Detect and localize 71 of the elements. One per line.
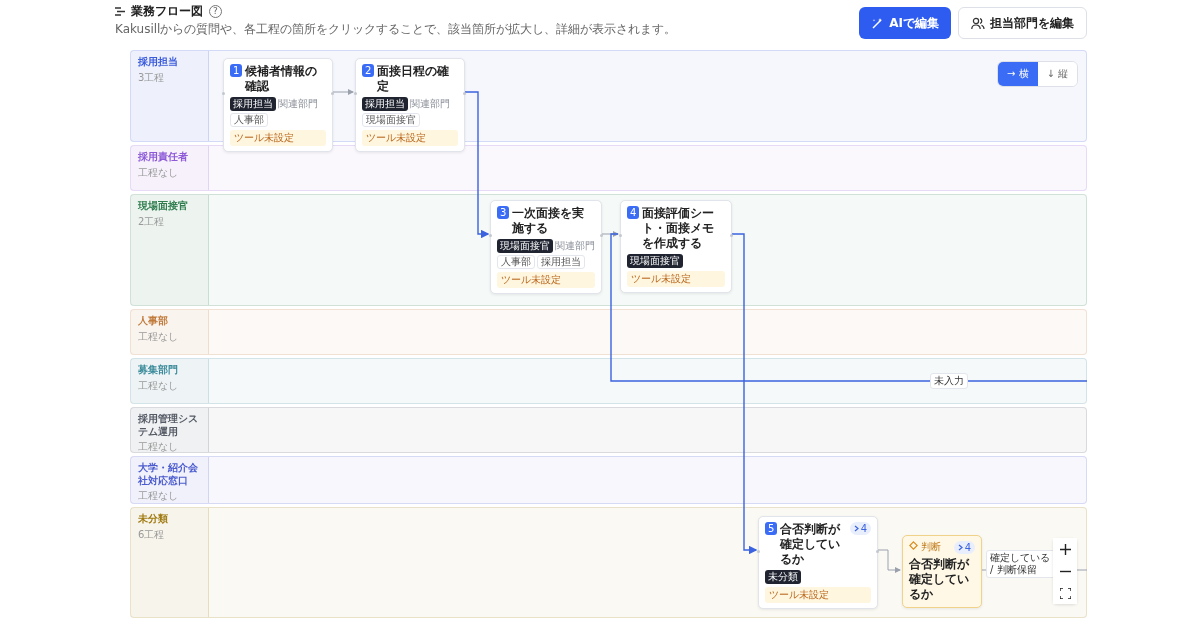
lane-step-count: 工程なし xyxy=(138,378,179,393)
step-number: 3 xyxy=(497,206,510,219)
department-tag: 採用担当 xyxy=(537,255,585,269)
related-label: 関連部門 xyxy=(278,97,318,111)
lane-name: 現場面接官 xyxy=(138,200,189,213)
zoom-in-button[interactable] xyxy=(1053,538,1077,560)
related-label: 関連部門 xyxy=(410,97,450,111)
decision-card[interactable]: 判断 4 合否判断が確定しているか xyxy=(902,535,982,608)
page-description: Kakusillからの質問や、各工程の箇所をクリックすることで、該当箇所が拡大し、詳細が表示されます。 xyxy=(115,21,677,38)
department-tag: 人事部 xyxy=(497,255,535,269)
edit-departments-button[interactable]: 担当部門を編集 xyxy=(958,7,1087,39)
tool-status: ツール未設定 xyxy=(362,130,458,146)
fullscreen-icon xyxy=(1059,587,1071,599)
lane-name: 募集部門 xyxy=(138,364,179,377)
lane-step-count: 工程なし xyxy=(138,165,179,180)
lane-step-count: 6工程 xyxy=(138,527,166,542)
chevron-icon xyxy=(853,525,859,532)
lane-step-count: 工程なし xyxy=(138,329,179,344)
process-card[interactable]: 4 面接評価シート・面接メモを作成する 現場面接官 ツール未設定 xyxy=(620,200,732,293)
list-icon[interactable] xyxy=(115,7,125,16)
decision-title: 合否判断が確定しているか xyxy=(909,557,971,602)
tool-status: ツール未設定 xyxy=(765,587,871,603)
diamond-icon xyxy=(909,541,918,550)
step-number: 1 xyxy=(230,64,243,77)
step-title: 候補者情報の確認 xyxy=(245,64,319,94)
chevron-icon xyxy=(957,544,963,551)
step-title: 合否判断が確定しているか xyxy=(780,522,842,567)
related-label: 関連部門 xyxy=(555,239,595,253)
lane-name: 採用責任者 xyxy=(138,151,189,164)
process-card[interactable]: 1 候補者情報の確認 採用担当 関連部門 人事部 ツール未設定 xyxy=(223,58,333,152)
tool-status: ツール未設定 xyxy=(627,271,725,287)
step-title: 一次面接を実施する xyxy=(512,206,586,236)
lane-name: 採用管理システム運用 xyxy=(138,413,199,438)
process-card[interactable]: 3 一次面接を実施する 現場面接官 関連部門 人事部 採用担当 ツール未設定 xyxy=(490,200,602,294)
process-card[interactable]: 5 合否判断が確定しているか 4 未分類 ツール未設定 xyxy=(758,516,878,609)
lane-step-count: 2工程 xyxy=(138,214,166,229)
owner-tag: 採用担当 xyxy=(230,97,276,111)
decision-label: 判断 xyxy=(921,541,942,552)
step-title: 面接評価シート・面接メモを作成する xyxy=(642,206,716,251)
lane-step-count: 工程なし xyxy=(138,440,179,454)
lane-name: 人事部 xyxy=(138,315,169,328)
owner-tag: 採用担当 xyxy=(362,97,408,111)
orientation-tab[interactable]: → 横 xyxy=(998,62,1038,86)
tool-status: ツール未設定 xyxy=(230,130,326,146)
people-icon xyxy=(971,16,985,30)
lane-step-count: 3工程 xyxy=(138,70,166,85)
step-number: 4 xyxy=(627,206,640,219)
branch-count[interactable]: 4 xyxy=(849,522,871,535)
page-title: 業務フロー図 xyxy=(131,3,203,20)
connector-arrow xyxy=(332,89,354,95)
step-number: 2 xyxy=(362,64,375,77)
magic-wand-icon xyxy=(871,16,885,30)
owner-tag: 未分類 xyxy=(765,570,801,584)
owner-tag: 現場面接官 xyxy=(497,239,553,253)
branch-count[interactable]: 4 xyxy=(953,541,975,554)
connector-arrow xyxy=(877,549,901,573)
lane-step-count: 工程なし xyxy=(138,489,179,503)
lane-name: 大学・紹介会社対応窓口 xyxy=(138,462,199,487)
step-number: 5 xyxy=(765,522,778,535)
lane-name: 未分類 xyxy=(138,513,169,526)
process-card[interactable]: 2 面接日程の確定 採用担当 関連部門 現場面接官 ツール未設定 xyxy=(355,58,465,152)
step-title: 面接日程の確定 xyxy=(377,64,451,94)
owner-tag: 現場面接官 xyxy=(627,254,683,268)
ai-edit-button[interactable]: AIで編集 xyxy=(859,7,951,39)
fit-view-button[interactable] xyxy=(1053,582,1077,604)
lane-name: 採用担当 xyxy=(138,56,179,69)
edge-label: 未入力 xyxy=(930,373,968,389)
department-tag: 人事部 xyxy=(230,113,268,127)
tool-status: ツール未設定 xyxy=(497,272,595,288)
department-tag: 現場面接官 xyxy=(362,113,420,127)
plus-icon xyxy=(1059,543,1071,555)
